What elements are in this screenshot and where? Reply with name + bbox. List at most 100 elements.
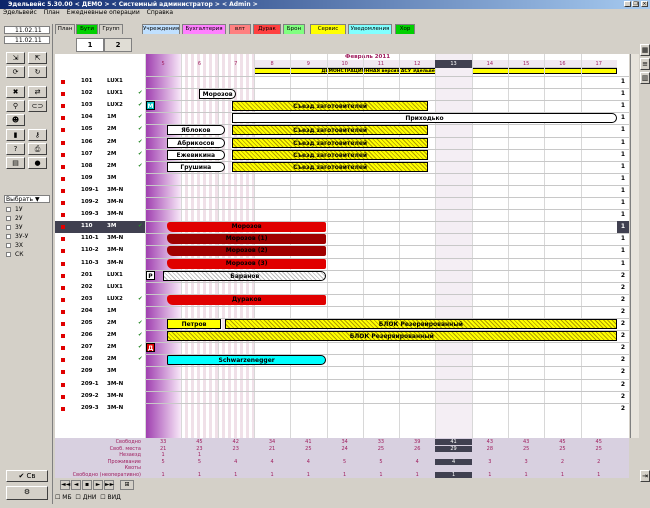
booking-bar[interactable]: Морозов <box>166 222 327 233</box>
room-row[interactable]: 209 3М <box>55 366 145 379</box>
door-icon[interactable]: ▮ <box>6 129 25 141</box>
tab-durak[interactable]: Дурак <box>253 24 281 34</box>
room-row[interactable]: 203 LUX2 ✔ <box>55 293 145 306</box>
select-filter[interactable]: Выбрать ▼ <box>4 195 50 203</box>
room-row[interactable]: 201 LUX1 <box>55 269 145 282</box>
booking-bar[interactable]: Съезд заготовителей <box>232 161 429 172</box>
filter-3u[interactable]: 3У <box>6 224 22 232</box>
booking-bar[interactable]: Морозов (1) <box>166 234 327 245</box>
menu-edelweiss[interactable]: Эдельвейс <box>3 9 37 16</box>
room-row[interactable]: 101 LUX1 <box>55 76 145 88</box>
move-icon[interactable]: ⇄ <box>28 86 47 98</box>
filter-zx[interactable]: ЗХ <box>6 242 23 250</box>
date-from-field[interactable]: 11.02.11 <box>4 26 50 34</box>
current-page-button[interactable]: ▪ <box>82 480 92 490</box>
booking-bar[interactable]: Морозов (2) <box>166 246 327 257</box>
filter-sk[interactable]: СК <box>6 251 23 259</box>
booking-bar[interactable]: Морозов (3) <box>166 258 327 269</box>
room-row[interactable]: 109-2 3М-N <box>55 197 145 209</box>
tab-groups[interactable]: Групп <box>99 24 123 34</box>
tab-vlt[interactable]: влт <box>229 24 251 34</box>
users-icon[interactable]: ☻ <box>6 114 25 126</box>
export-icon[interactable]: ⇥ <box>640 470 650 482</box>
booking-bar[interactable]: Съезд заготовителей <box>232 101 429 112</box>
refresh-icon[interactable]: ⟳ <box>6 66 25 78</box>
tab-accounting[interactable]: Бухгалтерия <box>182 24 226 34</box>
room-row[interactable]: 109-1 3М-N <box>55 184 145 197</box>
last-page-button[interactable]: ►► <box>104 480 114 490</box>
tab-bron[interactable]: Брон <box>283 24 305 34</box>
booking-bar[interactable]: Грушина <box>166 161 225 172</box>
booking-bar[interactable]: Съезд заготовителей <box>232 149 429 160</box>
grid-icon[interactable]: ▥ <box>640 72 650 84</box>
page-1-button[interactable]: 1 <box>76 38 104 52</box>
checkout-icon[interactable]: ⇱ <box>28 52 47 64</box>
reload-icon[interactable]: ↻ <box>28 66 47 78</box>
booking-bar[interactable]: Дураков <box>166 294 327 305</box>
tab-plan[interactable]: План <box>55 24 75 34</box>
calendar-icon[interactable]: ▦ <box>640 44 650 56</box>
booking-bar[interactable]: Яблоков <box>166 125 225 136</box>
booking-bar[interactable]: Съезд заготовителей <box>232 137 429 148</box>
date-to-field[interactable]: 11.02.11 <box>4 36 50 44</box>
room-row[interactable]: 202 LUX1 <box>55 281 145 294</box>
room-row[interactable]: 105 2М ✔ <box>55 124 145 137</box>
minimize-button[interactable]: _ <box>624 1 631 7</box>
filter-3u-u[interactable]: 3У-У <box>6 233 28 241</box>
booking-bar[interactable]: Приходько <box>232 113 617 124</box>
room-row[interactable]: 110-3 3М-N <box>55 257 145 270</box>
room-row[interactable]: 206 2М ✔ <box>55 330 145 343</box>
link-icon[interactable]: ⊂⊃ <box>28 100 47 112</box>
room-row[interactable]: 208 2М ✔ <box>55 354 145 367</box>
prev-page-button[interactable]: ◄ <box>71 480 81 490</box>
room-row[interactable]: 107 2М ✔ <box>55 148 145 161</box>
room-row[interactable]: 106 2М ✔ <box>55 136 145 149</box>
menu-help[interactable]: Справка <box>147 9 173 16</box>
help-icon[interactable]: ? <box>6 143 25 155</box>
room-row[interactable]: 109-3 3М-N <box>55 209 145 222</box>
booking-bar[interactable]: Ежевикина <box>166 149 225 160</box>
booking-badge[interactable]: Р <box>146 270 155 280</box>
print-icon[interactable]: ⎙ <box>28 143 47 155</box>
room-row[interactable]: 104 1М ✔ <box>55 112 145 125</box>
room-row[interactable]: 110-2 3М-N <box>55 245 145 258</box>
maximize-button[interactable]: ❐ <box>632 1 639 7</box>
settings-icon[interactable]: ⚙ <box>6 486 48 500</box>
room-row[interactable]: 205 2М ✔ <box>55 318 145 330</box>
booking-badge[interactable]: Д <box>146 343 155 353</box>
menu-plan[interactable]: План <box>44 9 60 16</box>
booking-bar[interactable]: Петров <box>166 319 222 329</box>
search-icon[interactable]: ⚲ <box>6 100 25 112</box>
room-row[interactable]: 110 3М ✔ <box>55 221 145 234</box>
vertical-scrollbar[interactable] <box>630 54 639 438</box>
tab-buti[interactable]: Бути <box>76 24 98 34</box>
room-row[interactable]: 102 LUX1 ✔ <box>55 88 145 101</box>
page-2-button[interactable]: 2 <box>104 38 132 52</box>
calc-icon[interactable]: ▤ <box>6 157 25 169</box>
checkin-icon[interactable]: ⇲ <box>6 52 25 64</box>
tab-hor[interactable]: Хор <box>395 24 415 34</box>
tab-notifications[interactable]: Уведомления <box>348 24 392 34</box>
booking-bar[interactable]: БЛОК Резервированный <box>166 331 617 342</box>
close-button[interactable]: × <box>641 1 648 7</box>
room-row[interactable]: 207 2М ✔ <box>55 342 145 355</box>
room-row[interactable]: 209-3 3М-N <box>55 402 145 415</box>
first-page-button[interactable]: ◄◄ <box>60 480 70 490</box>
booking-bar[interactable]: БЛОК Резервированный <box>224 319 617 329</box>
booking-bar[interactable]: Съезд заготовителей <box>232 125 429 136</box>
filter-2u[interactable]: 2У <box>6 215 22 223</box>
bottom-checkbox-button[interactable]: ✔ Св <box>6 470 48 482</box>
room-row[interactable]: 209-2 3М-N <box>55 390 145 403</box>
room-row[interactable]: 109 3М <box>55 172 145 185</box>
cancel-icon[interactable]: ✖ <box>6 86 25 98</box>
key-icon[interactable]: ⚷ <box>28 129 47 141</box>
tab-institutions[interactable]: Учреждения <box>142 24 180 34</box>
booking-bar[interactable]: Абрикосов <box>166 137 225 148</box>
room-row[interactable]: 209-1 3М-N <box>55 378 145 391</box>
filter-1u[interactable]: 1У <box>6 206 22 214</box>
room-row[interactable]: 103 LUX2 ✔ <box>55 100 145 113</box>
booking-bar[interactable]: Schwarzenegger <box>166 355 327 366</box>
stop-icon[interactable]: ● <box>28 157 47 169</box>
next-page-button[interactable]: ► <box>93 480 103 490</box>
booking-bar[interactable]: Баранов <box>163 270 327 281</box>
